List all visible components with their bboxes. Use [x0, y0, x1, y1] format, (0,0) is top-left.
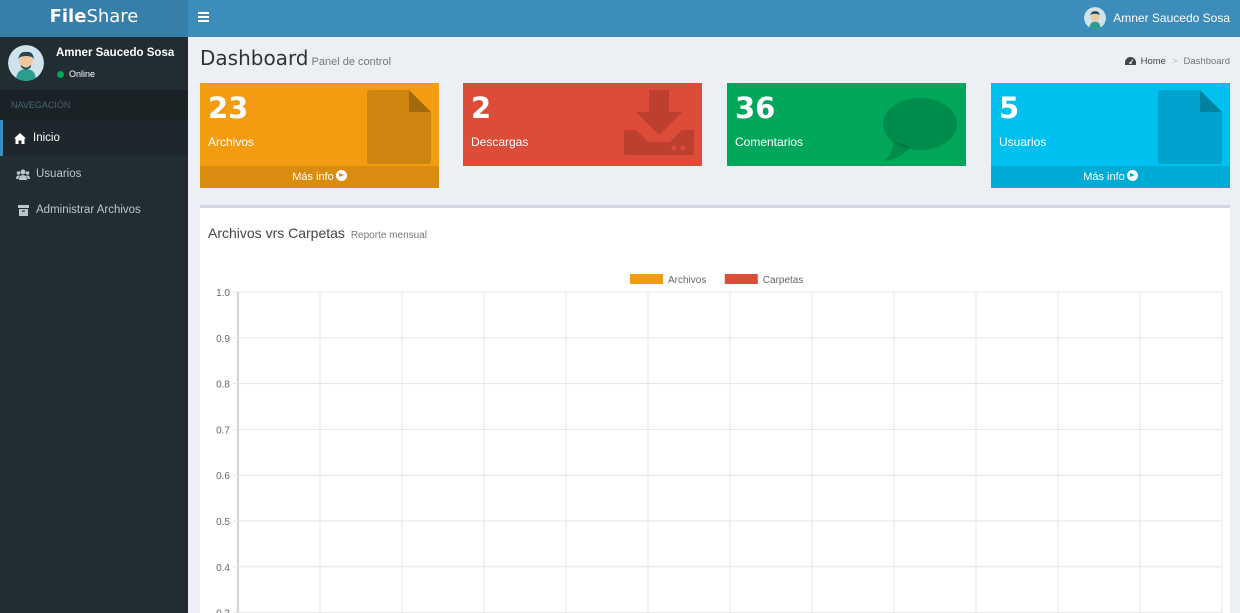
card-value: 23	[208, 91, 249, 125]
card-value: 36	[735, 91, 776, 125]
report-title: Archivos vrs Carpetas Reporte mensual	[208, 225, 427, 241]
user-avatar-small	[1084, 7, 1107, 29]
sidebar-item-label: Usuarios	[36, 168, 82, 180]
status-text: Online	[69, 69, 96, 79]
report-title-text: Archivos vrs Carpetas	[208, 225, 345, 241]
arrow-circle-right-icon	[1126, 170, 1138, 181]
breadcrumb-current: Dashboard	[1183, 56, 1230, 67]
download-icon	[624, 90, 694, 155]
archive-icon	[16, 203, 30, 217]
y-tick-label: 0.7	[216, 425, 230, 436]
brand-rest: Share	[86, 6, 139, 27]
y-tick-label: 0.4	[216, 563, 230, 574]
y-tick-label: 0.9	[216, 334, 230, 345]
sidebar-item-label: Inicio	[33, 132, 60, 144]
user-avatar	[8, 45, 44, 81]
more-info-link[interactable]: Más info	[200, 166, 439, 188]
card-label: Usuarios	[999, 135, 1047, 149]
more-info-link[interactable]: Más info	[991, 166, 1230, 188]
comment-icon	[883, 98, 957, 161]
page-title: Dashboard	[200, 46, 309, 70]
legend-label: Carpetas	[763, 275, 804, 286]
file-icon	[367, 90, 431, 164]
breadcrumb-separator: >	[1171, 56, 1178, 67]
status-badge: Online	[57, 69, 95, 79]
bar-chart: 1.0 0.9 0.8 0.7 0.6 0.5 0.4 0.3 Archivos Carpetas	[216, 274, 1223, 613]
file-icon	[1158, 90, 1222, 164]
online-dot-icon	[57, 70, 64, 78]
more-info-label: Más info	[292, 171, 334, 183]
card-label: Comentarios	[735, 135, 804, 149]
legend-swatch	[724, 274, 758, 284]
home-icon	[13, 131, 27, 145]
card-archivos: 23 Archivos Más info	[200, 83, 439, 188]
content-header: Dashboard Panel de control	[200, 46, 391, 70]
card-comentarios: 36 Comentarios	[727, 83, 966, 166]
sidebar-toggle-icon[interactable]	[198, 9, 212, 27]
sidebar-item-usuarios[interactable]: Usuarios	[0, 156, 188, 192]
app-logo[interactable]: FileShare	[0, 0, 188, 37]
card-usuarios: 5 Usuarios Más info	[991, 83, 1230, 188]
sidebar-item-administrar-archivos[interactable]: Administrar Archivos	[0, 192, 188, 228]
y-tick-label: 0.3	[216, 609, 230, 613]
top-navbar: Amner Saucedo Sosa	[188, 0, 1240, 37]
y-tick-label: 0.5	[216, 517, 230, 528]
y-tick-label: 1.0	[216, 288, 230, 299]
legend-swatch	[630, 274, 663, 284]
card-descargas: 2 Descargas	[463, 83, 702, 166]
report-box: 1.0 0.9 0.8 0.7 0.6 0.5 0.4 0.3 Archivos Carpetas…	[200, 205, 1230, 613]
nav-header: NAVEGACIÓN	[0, 90, 188, 120]
y-tick-label: 0.6	[216, 471, 230, 482]
card-value: 2	[471, 91, 492, 125]
report-subtitle: Reporte mensual	[350, 230, 427, 241]
panel-user-name: Amner Saucedo Sosa	[56, 47, 175, 59]
card-value: 5	[999, 91, 1020, 125]
breadcrumb: Home > Dashboard	[1124, 56, 1230, 67]
page-subtitle: Panel de control	[311, 56, 392, 68]
user-panel: Amner Saucedo Sosa Online	[0, 37, 188, 90]
more-info-label: Más info	[1083, 171, 1125, 183]
arrow-circle-right-icon	[335, 170, 347, 181]
dashboard-icon	[1124, 57, 1136, 65]
user-name: Amner Saucedo Sosa	[1113, 11, 1230, 25]
sidebar-item-label: Administrar Archivos	[36, 204, 141, 216]
user-menu[interactable]: Amner Saucedo Sosa	[1084, 5, 1230, 31]
card-label: Archivos	[208, 135, 255, 149]
card-label: Descargas	[471, 135, 529, 149]
legend-label: Archivos	[668, 275, 706, 286]
y-tick-label: 0.8	[216, 380, 230, 391]
sidebar-item-inicio[interactable]: Inicio	[0, 120, 188, 156]
users-icon	[16, 167, 30, 181]
sidebar: Amner Saucedo Sosa Online NAVEGACIÓN Ini…	[0, 37, 188, 613]
breadcrumb-home-link[interactable]: Home	[1141, 56, 1166, 67]
brand-bold: File	[49, 6, 87, 27]
